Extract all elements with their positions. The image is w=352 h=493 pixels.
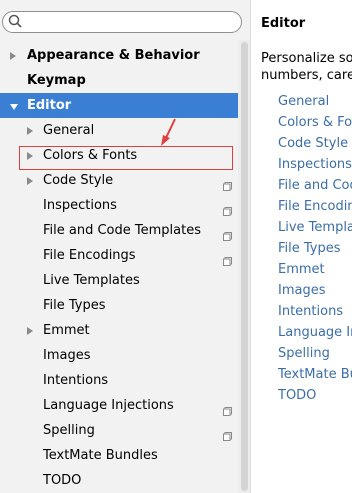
link-emmet[interactable]: Emmet bbox=[278, 262, 325, 277]
tree-item-images[interactable]: Images bbox=[0, 343, 238, 368]
chevron-right-icon[interactable] bbox=[27, 327, 33, 335]
project-scope-icon bbox=[223, 225, 232, 241]
tree-item-label: TextMate Bundles bbox=[43, 448, 158, 463]
link-images[interactable]: Images bbox=[278, 283, 326, 298]
link-inspections[interactable]: Inspections bbox=[278, 157, 352, 172]
tree-item-spelling[interactable]: Spelling bbox=[0, 418, 238, 443]
link-language-injections[interactable]: Language Inj bbox=[278, 325, 352, 340]
chevron-down-icon[interactable] bbox=[10, 104, 18, 110]
tree-item-todo[interactable]: TODO bbox=[0, 468, 238, 493]
tree-item-file-encodings[interactable]: File Encodings bbox=[0, 243, 238, 268]
page-description: Personalize sou numbers, caret bbox=[261, 50, 352, 84]
project-scope-icon bbox=[223, 250, 232, 266]
tree-item-label: File and Code Templates bbox=[43, 223, 201, 238]
project-scope-icon bbox=[223, 175, 232, 191]
link-file-code-templates[interactable]: File and Code bbox=[278, 178, 352, 193]
link-colors-fonts[interactable]: Colors & Fon bbox=[278, 115, 352, 130]
tree-item-label: Editor bbox=[27, 98, 72, 113]
editor-settings-page: Editor Personalize sou numbers, caret Ge… bbox=[251, 0, 352, 493]
search-field[interactable] bbox=[25, 13, 239, 33]
description-line: Personalize sou bbox=[261, 51, 352, 66]
link-general[interactable]: General bbox=[278, 94, 329, 109]
link-todo[interactable]: TODO bbox=[278, 388, 316, 403]
chevron-right-icon[interactable] bbox=[10, 52, 16, 60]
tree-item-label: Code Style bbox=[43, 173, 114, 188]
tree-item-label: Images bbox=[43, 348, 91, 363]
tree-item-textmate-bundles[interactable]: TextMate Bundles bbox=[0, 443, 238, 468]
tree-scrollbar[interactable] bbox=[238, 40, 250, 493]
tree-item-editor[interactable]: Editor bbox=[0, 93, 238, 118]
tree-item-label: Live Templates bbox=[43, 273, 140, 288]
tree-item-label: General bbox=[43, 123, 95, 138]
search-input[interactable] bbox=[2, 11, 242, 33]
red-annotation-arrow bbox=[161, 118, 176, 146]
tree-item-emmet[interactable]: Emmet bbox=[0, 318, 238, 343]
link-code-style[interactable]: Code Style bbox=[278, 136, 348, 151]
tree-item-label: File Types bbox=[43, 298, 106, 313]
project-scope-icon bbox=[223, 400, 232, 416]
page-title: Editor bbox=[261, 16, 306, 31]
tree-item-keymap[interactable]: Keymap bbox=[0, 68, 238, 93]
annotation-highlight-box bbox=[19, 146, 233, 170]
tree-item-label: Spelling bbox=[43, 423, 95, 438]
tree-item-inspections[interactable]: Inspections bbox=[0, 193, 238, 218]
tree-item-label: TODO bbox=[43, 473, 82, 488]
project-scope-icon bbox=[223, 200, 232, 216]
link-spelling[interactable]: Spelling bbox=[278, 346, 330, 361]
tree-item-label: Appearance & Behavior bbox=[27, 48, 200, 63]
tree-item-appearance[interactable]: Appearance & Behavior bbox=[0, 43, 238, 68]
tree-item-code-style[interactable]: Code Style bbox=[0, 168, 238, 193]
link-live-templates[interactable]: Live Templat bbox=[278, 220, 352, 235]
link-file-encodings[interactable]: File Encoding bbox=[278, 199, 352, 214]
tree-item-live-templates[interactable]: Live Templates bbox=[0, 268, 238, 293]
tree-item-language-injections[interactable]: Language Injections bbox=[0, 393, 238, 418]
tree-item-label: Inspections bbox=[43, 198, 117, 213]
scrollbar-thumb[interactable] bbox=[241, 42, 248, 491]
search-icon bbox=[7, 13, 23, 33]
description-line: numbers, caret bbox=[261, 68, 352, 83]
tree-item-label: Keymap bbox=[27, 73, 86, 88]
link-intentions[interactable]: Intentions bbox=[278, 304, 343, 319]
chevron-right-icon[interactable] bbox=[27, 127, 33, 135]
tree-item-label: Language Injections bbox=[43, 398, 174, 413]
tree-item-general[interactable]: General bbox=[0, 118, 238, 143]
tree-item-intentions[interactable]: Intentions bbox=[0, 368, 238, 393]
tree-item-label: Intentions bbox=[43, 373, 109, 388]
link-textmate-bundles[interactable]: TextMate Bu bbox=[278, 367, 352, 382]
tree-item-file-code-templates[interactable]: File and Code Templates bbox=[0, 218, 238, 243]
tree-item-file-types[interactable]: File Types bbox=[0, 293, 238, 318]
tree-item-label: File Encodings bbox=[43, 248, 136, 263]
link-file-types[interactable]: File Types bbox=[278, 241, 341, 256]
tree-item-label: Emmet bbox=[43, 323, 90, 338]
settings-tree-panel: Appearance & Behavior Keymap Editor Gene… bbox=[0, 0, 250, 493]
project-scope-icon bbox=[223, 425, 232, 441]
chevron-right-icon[interactable] bbox=[27, 177, 33, 185]
